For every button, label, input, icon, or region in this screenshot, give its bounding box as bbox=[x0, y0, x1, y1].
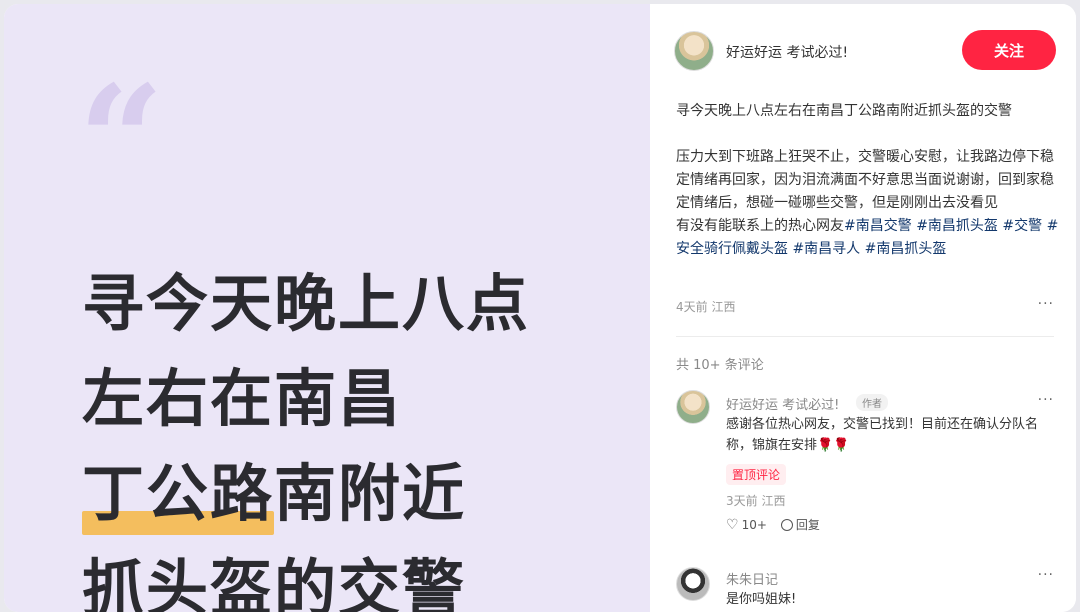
post-meta: 4天前 江西 bbox=[676, 300, 736, 314]
cover-highlight: 丁公路 bbox=[82, 446, 275, 541]
comment-avatar[interactable] bbox=[676, 390, 710, 424]
author-badge: 作者 bbox=[856, 394, 888, 411]
cover-text: 寻今天晚上八点 左右在南昌 丁公路南附近 抓头盔的交警 bbox=[82, 256, 530, 612]
post-content: 寻今天晚上八点左右在南昌丁公路南附近抓头盔的交警 压力大到下班路上狂哭不止，交警… bbox=[676, 100, 1060, 261]
comment-text: 感谢各位热心网友，交警已找到！目前还在确认分队名称，锦旗在安排🌹🌹 bbox=[726, 417, 1039, 453]
reply-icon bbox=[780, 518, 793, 531]
heart-icon: ♡ bbox=[726, 516, 739, 533]
author-avatar[interactable] bbox=[674, 31, 714, 71]
post-body: 压力大到下班路上狂哭不止，交警暖心安慰，让我路边停下稳定情绪再回家，因为泪流满面… bbox=[676, 149, 1054, 211]
tag-link[interactable]: #南昌寻人 bbox=[792, 241, 860, 257]
post-title: 寻今天晚上八点左右在南昌丁公路南附近抓头盔的交警 bbox=[676, 103, 1012, 119]
comment-more-icon[interactable]: ··· bbox=[1038, 392, 1054, 408]
comment-actions: ♡ 10+ 回复 bbox=[726, 516, 820, 533]
cover-line-1: 寻今天晚上八点 bbox=[82, 267, 531, 340]
comments-count: 共 10+ 条评论 bbox=[676, 358, 764, 373]
divider bbox=[676, 336, 1054, 337]
pinned-badge: 置顶评论 bbox=[726, 464, 787, 485]
follow-button[interactable]: 关注 bbox=[962, 30, 1056, 70]
post-body-2: 有没有能联系上的热心网友 bbox=[676, 218, 844, 234]
reply-button[interactable]: 回复 bbox=[780, 516, 820, 533]
comment-author-name[interactable]: 朱朱日记 bbox=[726, 569, 778, 588]
cover-line-4: 抓头盔的交警 bbox=[82, 552, 467, 612]
author-name[interactable]: 好运好运 考试必过! bbox=[726, 42, 848, 62]
tag-link[interactable]: #南昌抓头盔 bbox=[865, 241, 947, 257]
comment-author-name[interactable]: 好运好运 考试必过! bbox=[726, 394, 839, 413]
cover-line-3: 丁公路南附近 bbox=[82, 446, 530, 541]
quote-mark-icon: “ bbox=[78, 53, 164, 229]
comment-meta: 3天前 江西 bbox=[726, 494, 786, 508]
like-button[interactable]: ♡ 10+ bbox=[726, 518, 767, 532]
note-panel: 好运好运 考试必过! 关注 寻今天晚上八点左右在南昌丁公路南附近抓头盔的交警 压… bbox=[650, 4, 1076, 612]
comment-text: 是你吗姐妹! bbox=[726, 592, 797, 607]
post-more-icon[interactable]: ··· bbox=[1038, 296, 1054, 312]
cover-line-2: 左右在南昌 bbox=[82, 362, 403, 435]
author-row: 好运好运 考试必过! 关注 bbox=[674, 30, 1056, 74]
note-viewer: “ 寻今天晚上八点 左右在南昌 丁公路南附近 抓头盔的交警 好运好运 考试必过!… bbox=[4, 4, 1076, 612]
tag-link[interactable]: #南昌交警 bbox=[844, 218, 912, 234]
tag-link[interactable]: #南昌抓头盔 bbox=[916, 218, 998, 234]
comment-more-icon[interactable]: ··· bbox=[1038, 567, 1054, 583]
post-tags-line: 有没有能联系上的热心网友#南昌交警 #南昌抓头盔 #交警 #安全骑行佩戴头盔 #… bbox=[676, 215, 1060, 261]
tag-link[interactable]: #交警 bbox=[1002, 218, 1042, 234]
cover-image[interactable]: “ 寻今天晚上八点 左右在南昌 丁公路南附近 抓头盔的交警 bbox=[4, 4, 650, 612]
comment-avatar[interactable] bbox=[676, 567, 710, 601]
